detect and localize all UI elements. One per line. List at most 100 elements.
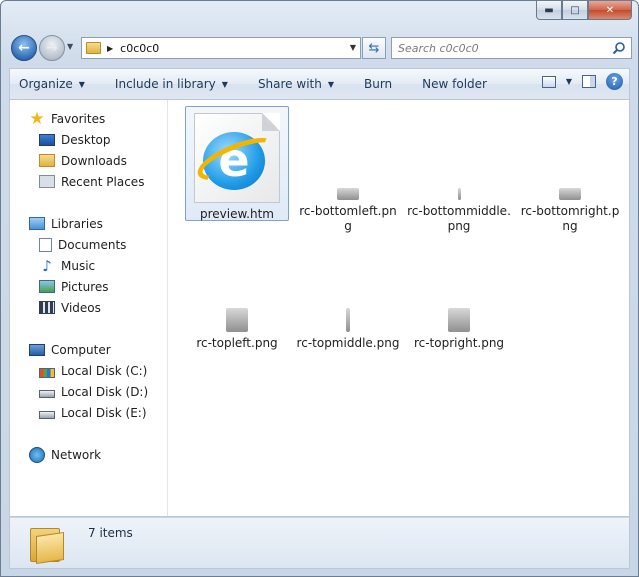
back-button[interactable]: ← — [11, 35, 37, 61]
nav-label: Local Disk (D:) — [61, 384, 149, 399]
help-icon[interactable]: ? — [606, 73, 623, 90]
nav-label: Local Disk (C:) — [61, 363, 148, 378]
music-icon: ♪ — [42, 256, 52, 275]
file-item[interactable]: rc-topright.png — [407, 308, 511, 351]
refresh-icon: ⇆ — [368, 40, 380, 56]
nav-favorites[interactable]: ★ Favorites — [10, 108, 167, 129]
nav-label: Downloads — [61, 153, 127, 168]
search-box[interactable] — [391, 37, 632, 59]
file-name: rc-topmiddle.png — [296, 336, 400, 350]
network-group: Network — [10, 444, 167, 465]
organize-label: Organize — [19, 77, 73, 91]
recent-places-icon — [39, 175, 55, 188]
folder-icon — [30, 524, 64, 564]
nav-recent-places[interactable]: Recent Places — [10, 171, 167, 192]
png-thumbnail-icon — [337, 188, 359, 200]
drive-icon — [39, 389, 55, 398]
png-thumbnail-icon — [346, 308, 350, 332]
navigation-pane: ★ Favorites Desktop Downloads Recent Plac… — [10, 100, 168, 516]
chevron-down-icon: ▼ — [78, 79, 85, 89]
share-with-button[interactable]: Share with ▼ — [258, 77, 334, 91]
drive-icon — [39, 410, 55, 419]
close-button[interactable]: ✕ — [588, 1, 632, 20]
view-options-chevron-icon[interactable]: ▼ — [566, 77, 572, 86]
file-name: rc-topright.png — [413, 336, 505, 350]
nav-label: Libraries — [51, 216, 103, 231]
nav-music[interactable]: ♪ Music — [10, 255, 167, 276]
refresh-button[interactable]: ⇆ — [362, 37, 386, 59]
png-thumbnail-icon — [559, 188, 581, 200]
documents-icon — [39, 237, 52, 252]
png-thumbnail-icon — [448, 308, 470, 332]
forward-button[interactable]: → — [39, 35, 65, 61]
file-item[interactable]: rc-bottomright.png — [518, 188, 622, 234]
videos-icon — [39, 301, 55, 314]
desktop-icon — [39, 134, 55, 146]
nav-label: Desktop — [61, 132, 111, 147]
nav-desktop[interactable]: Desktop — [10, 129, 167, 150]
forward-arrow-icon: → — [46, 40, 58, 56]
search-icon[interactable] — [612, 41, 626, 55]
nav-downloads[interactable]: Downloads — [10, 150, 167, 171]
nav-label: Music — [61, 258, 96, 273]
nav-local-disk-d[interactable]: Local Disk (D:) — [10, 381, 167, 402]
png-thumbnail-icon — [457, 188, 461, 200]
explorer-window: ▬ □ ✕ ← → ▼ ▶ c0c0c0 ▼ ⇆ Organize ▼ Inclu… — [0, 0, 639, 577]
nav-libraries[interactable]: Libraries — [10, 213, 167, 234]
libraries-icon — [29, 217, 45, 230]
back-arrow-icon: ← — [18, 40, 30, 56]
nav-local-disk-c[interactable]: Local Disk (C:) — [10, 360, 167, 381]
preview-pane-icon[interactable] — [582, 75, 596, 88]
command-bar: Organize ▼ Include in library ▼ Share with… — [9, 68, 630, 99]
file-name: rc-bottomleft.png — [299, 204, 397, 233]
nav-videos[interactable]: Videos — [10, 297, 167, 318]
breadcrumb-separator-icon[interactable]: ▶ — [107, 44, 113, 53]
burn-button[interactable]: Burn — [364, 77, 392, 91]
item-count: 7 items — [88, 526, 133, 540]
nav-label: Videos — [61, 300, 101, 315]
file-item[interactable]: e preview.htm — [185, 106, 289, 221]
file-name: rc-bottomright.png — [520, 204, 620, 233]
computer-group: Computer Local Disk (C:) Local Disk (D:)… — [10, 339, 167, 423]
nav-label: Pictures — [61, 279, 109, 294]
minimize-button[interactable]: ▬ — [536, 1, 562, 20]
address-dropdown-icon[interactable]: ▼ — [350, 43, 356, 52]
nav-label: Local Disk (E:) — [61, 405, 147, 420]
nav-label: Favorites — [51, 111, 106, 126]
include-in-library-button[interactable]: Include in library ▼ — [115, 77, 228, 91]
nav-label: Computer — [51, 342, 111, 357]
nav-local-disk-e[interactable]: Local Disk (E:) — [10, 402, 167, 423]
star-icon: ★ — [29, 108, 45, 129]
system-drive-icon — [39, 367, 55, 378]
folder-icon — [86, 42, 101, 54]
new-folder-button[interactable]: New folder — [422, 77, 487, 91]
address-bar[interactable]: ▶ c0c0c0 ▼ — [81, 37, 361, 59]
share-label: Share with — [257, 77, 322, 91]
recent-pages-chevron-icon[interactable]: ▼ — [67, 42, 73, 51]
search-input[interactable] — [398, 41, 598, 55]
organize-button[interactable]: Organize ▼ — [19, 77, 85, 91]
file-list: e preview.htm rc-bottomleft.png rc-botto… — [169, 100, 629, 516]
file-item[interactable]: rc-bottomleft.png — [296, 188, 400, 234]
file-name: rc-bottommiddle.png — [407, 204, 511, 233]
file-name: rc-topleft.png — [196, 336, 278, 350]
nav-network[interactable]: Network — [10, 444, 167, 465]
include-label: Include in library — [114, 77, 216, 91]
downloads-folder-icon — [39, 154, 55, 167]
file-item[interactable]: rc-topmiddle.png — [296, 308, 400, 351]
nav-pictures[interactable]: Pictures — [10, 276, 167, 297]
png-thumbnail-icon — [226, 308, 248, 332]
change-view-icon[interactable] — [541, 75, 556, 88]
file-name: preview.htm — [199, 207, 274, 221]
file-item[interactable]: rc-topleft.png — [185, 308, 289, 351]
maximize-button[interactable]: □ — [562, 1, 588, 20]
pictures-icon — [39, 280, 55, 293]
file-item[interactable]: rc-bottommiddle.png — [407, 188, 511, 234]
caption-buttons: ▬ □ ✕ — [536, 1, 632, 20]
nav-computer[interactable]: Computer — [10, 339, 167, 360]
nav-documents[interactable]: Documents — [10, 234, 167, 255]
chevron-down-icon: ▼ — [221, 79, 228, 89]
nav-label: Recent Places — [61, 174, 145, 189]
breadcrumb-current-folder[interactable]: c0c0c0 — [120, 42, 159, 55]
computer-icon — [29, 343, 45, 356]
